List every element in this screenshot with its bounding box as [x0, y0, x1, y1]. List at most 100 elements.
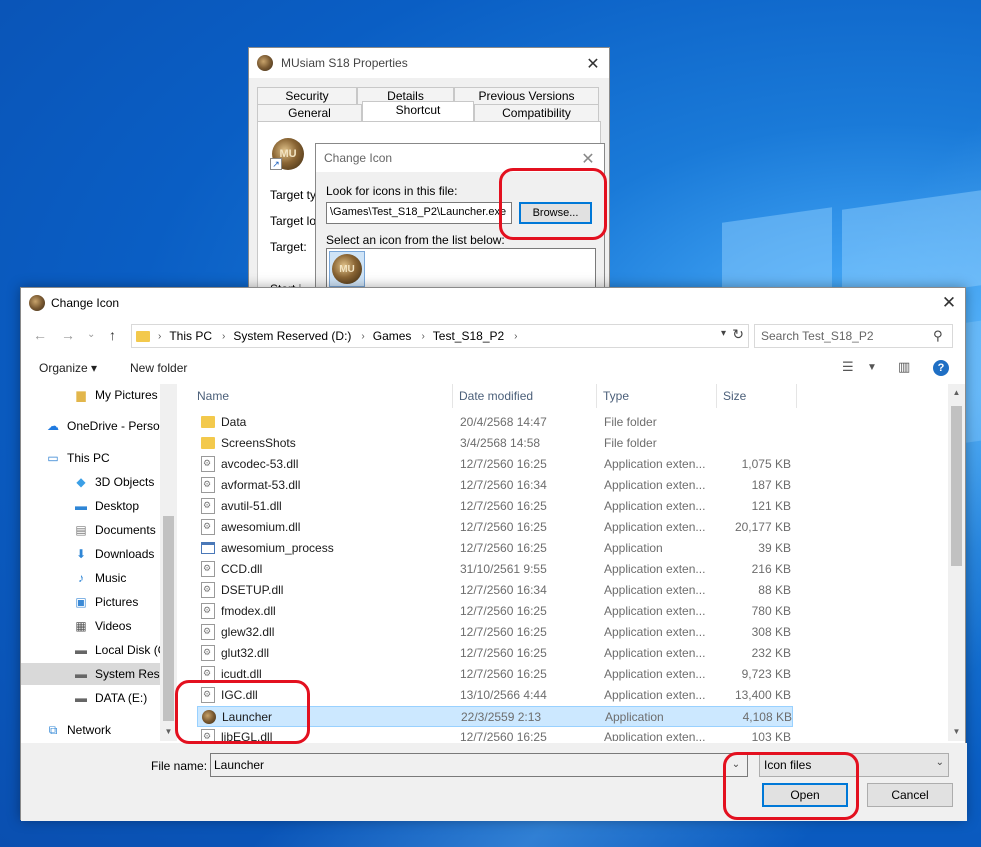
breadcrumb-games[interactable]: Games — [373, 329, 412, 343]
nav-item[interactable]: ◆ 3D Objects — [21, 471, 176, 493]
refresh-icon[interactable]: ↻ — [732, 326, 744, 343]
chevron-down-icon[interactable]: ▼ — [867, 362, 877, 373]
documents-icon: ▤ — [75, 523, 87, 537]
breadcrumb-drive[interactable]: System Reserved (D:) — [233, 329, 351, 343]
cancel-button[interactable]: Cancel — [867, 783, 953, 807]
column-header-type[interactable]: Type — [597, 384, 717, 408]
table-row[interactable]: avutil-51.dll 12/7/2560 16:25 Application … — [197, 496, 793, 517]
table-row[interactable]: glut32.dll 12/7/2560 16:25 Application ext… — [197, 643, 793, 664]
chevron-down-icon: ⌄ — [935, 757, 944, 768]
nav-item[interactable]: ▬ Desktop — [21, 495, 176, 517]
file-name-cell: avutil-51.dll — [221, 499, 282, 513]
dll-file-icon — [201, 519, 215, 535]
file-size-cell: 20,177 KB — [734, 520, 791, 534]
back-arrow-icon[interactable]: ← — [33, 327, 47, 343]
table-row[interactable]: awesomium_process 12/7/2560 16:25 Applicat… — [197, 538, 793, 559]
dll-file-icon — [201, 645, 215, 661]
file-size-cell: 4,108 KB — [742, 710, 792, 724]
icon-path-input[interactable]: \Games\Test_S18_P2\Launcher.exe — [326, 202, 512, 224]
table-row[interactable]: awesomium.dll 12/7/2560 16:25 Application … — [197, 517, 793, 538]
recent-locations-icon[interactable]: ⌄ — [87, 329, 95, 340]
help-icon[interactable]: ? — [933, 360, 949, 376]
up-arrow-icon[interactable]: ↑ — [109, 327, 116, 343]
file-size-cell: 232 KB — [751, 646, 791, 660]
properties-titlebar: MUsiam S18 Properties — [249, 48, 609, 78]
file-name-input[interactable]: Launcher — [210, 753, 748, 777]
scroll-down-icon[interactable]: ▼ — [948, 727, 965, 736]
chevron-down-icon[interactable]: ▾ — [721, 328, 726, 339]
nav-item[interactable]: ⧉ Network — [21, 719, 176, 741]
new-folder-button[interactable]: New folder — [130, 361, 187, 375]
search-icon[interactable]: ⚲ — [933, 328, 961, 344]
file-type-cell: Application exten... — [604, 730, 706, 741]
table-row[interactable]: glew32.dll 12/7/2560 16:25 Application ext… — [197, 622, 793, 643]
file-name-cell: awesomium_process — [221, 541, 334, 555]
date-modified-cell: 12/7/2560 16:25 — [460, 604, 547, 618]
nav-item-label: Downloads — [95, 547, 155, 561]
music-icon: ♪ — [78, 571, 84, 585]
tab-security[interactable]: Security — [257, 87, 357, 105]
folder-icon — [136, 330, 150, 342]
tab-previous-versions[interactable]: Previous Versions — [454, 87, 599, 105]
tab-general[interactable]: General — [257, 104, 362, 122]
chevron-right-icon[interactable]: › — [514, 331, 517, 342]
close-icon[interactable]: ✕ — [941, 293, 957, 313]
videos-icon: ▦ — [75, 619, 87, 633]
column-header-size[interactable]: Size — [717, 384, 797, 408]
view-options-icon[interactable]: ☰ — [842, 359, 854, 375]
organize-button[interactable]: Organize ▾ — [39, 361, 97, 375]
nav-item[interactable]: ▬ Local Disk (C:) — [21, 639, 176, 661]
nav-scrollbar-thumb[interactable] — [163, 516, 174, 721]
close-icon[interactable]: ✕ — [580, 149, 596, 169]
file-size-cell: 1,075 KB — [741, 457, 791, 471]
breadcrumb-this-pc[interactable]: This PC — [169, 329, 212, 343]
chevron-right-icon[interactable]: › — [421, 331, 424, 342]
scroll-up-icon[interactable]: ▲ — [948, 388, 965, 397]
file-list-scrollbar-thumb[interactable] — [951, 406, 962, 566]
nav-item[interactable]: ♪ Music — [21, 567, 176, 589]
shortcut-arrow-icon: ↗ — [270, 158, 282, 170]
folder-icon — [201, 437, 215, 449]
date-modified-cell: 12/7/2560 16:25 — [460, 520, 547, 534]
column-header-date[interactable]: Date modified — [453, 384, 597, 408]
nav-item[interactable]: ▆ My Pictures — [21, 384, 176, 406]
nav-item[interactable]: ▬ DATA (E:) — [21, 687, 176, 709]
chevron-right-icon[interactable]: › — [158, 331, 161, 342]
file-type-cell: Application exten... — [604, 499, 706, 513]
tab-compatibility[interactable]: Compatibility — [474, 104, 599, 122]
tab-shortcut[interactable]: Shortcut — [362, 101, 474, 121]
application-icon — [201, 542, 215, 554]
nav-item[interactable]: ▦ Videos — [21, 615, 176, 637]
table-row[interactable]: Data 20/4/2568 14:47 File folder — [197, 412, 793, 433]
nav-item[interactable]: ⬇ Downloads — [21, 543, 176, 565]
chevron-right-icon[interactable]: › — [361, 331, 364, 342]
table-row[interactable]: DSETUP.dll 12/7/2560 16:34 Application ext… — [197, 580, 793, 601]
table-row[interactable]: CCD.dll 31/10/2561 9:55 Application exten.… — [197, 559, 793, 580]
close-icon[interactable]: ✕ — [585, 54, 601, 74]
nav-item[interactable]: ▬System Reserved — [21, 663, 176, 685]
table-row[interactable]: fmodex.dll 12/7/2560 16:25 Application ext… — [197, 601, 793, 622]
preview-pane-icon[interactable]: ▥ — [898, 359, 910, 375]
file-type-cell: Application exten... — [604, 583, 706, 597]
icon-list-item[interactable]: MU — [329, 251, 365, 287]
network-icon: ⧉ — [48, 722, 58, 737]
nav-item[interactable]: ▣ Pictures — [21, 591, 176, 613]
nav-item[interactable]: ▭ This PC — [21, 447, 176, 469]
chevron-right-icon[interactable]: › — [222, 331, 225, 342]
breadcrumb-test-folder[interactable]: Test_S18_P2 — [433, 329, 504, 343]
search-input[interactable]: Search Test_S18_P2 — [754, 324, 953, 348]
nav-item[interactable]: ▤ Documents — [21, 519, 176, 541]
change-icon-title: Change Icon — [324, 151, 393, 165]
nav-item[interactable]: ☁ OneDrive - Person — [21, 415, 176, 437]
address-bar[interactable]: › This PC › System Reserved (D:) › Games… — [131, 324, 749, 348]
dll-file-icon — [201, 561, 215, 577]
table-row[interactable]: avcodec-53.dll 12/7/2560 16:25 Application… — [197, 454, 793, 475]
forward-arrow-icon[interactable]: → — [61, 327, 75, 343]
nav-item-label: Network — [67, 723, 112, 737]
nav-scrollbar[interactable]: ▼ — [160, 384, 177, 741]
file-type-cell: Application exten... — [604, 604, 706, 618]
table-row[interactable]: ScreensShots 3/4/2568 14:58 File folder — [197, 433, 793, 454]
file-name-cell: avformat-53.dll — [221, 478, 301, 492]
table-row[interactable]: avformat-53.dll 12/7/2560 16:34 Applicatio… — [197, 475, 793, 496]
file-list-scrollbar[interactable]: ▲ ▼ — [948, 384, 965, 741]
